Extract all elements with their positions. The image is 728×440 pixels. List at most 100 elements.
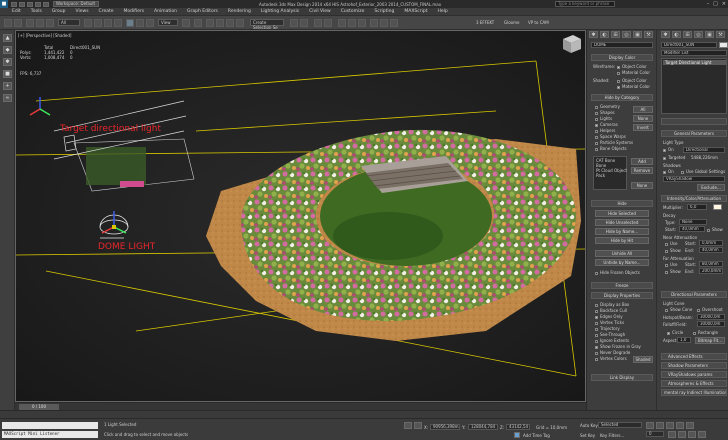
far-end-spinner[interactable]: 200,0mm	[699, 268, 723, 274]
backface-cull-checkbox[interactable]: Backface Cull	[595, 308, 627, 313]
menu-help[interactable]: Help	[437, 9, 447, 14]
create-geometry-icon[interactable]: ▲	[3, 34, 12, 42]
never-degrade-checkbox[interactable]: Never Degrade	[595, 350, 630, 355]
general-parameters-rollout[interactable]: General Parameters	[661, 130, 727, 137]
named-selection-set-dropdown[interactable]: Create Selection Se	[250, 19, 284, 30]
key-filters-button[interactable]: Key Filters...	[600, 433, 624, 438]
hide-cameras-checkbox[interactable]: Cameras	[595, 122, 618, 127]
percent-snap-button[interactable]	[226, 19, 234, 27]
menu-civil-view[interactable]: Civil View	[309, 9, 331, 14]
list-none-button[interactable]: None	[631, 182, 653, 189]
shadow-parameters-rollout[interactable]: Shadow Parameters	[661, 362, 727, 369]
window-crossing-button[interactable]	[114, 19, 122, 27]
list-item[interactable]: Pack	[596, 173, 605, 178]
display-as-box-checkbox[interactable]: Display as Box	[595, 302, 629, 307]
select-manipulate-button[interactable]	[194, 19, 202, 27]
menu-group[interactable]: Group	[52, 9, 66, 14]
select-by-name-button[interactable]	[94, 19, 102, 27]
shaded-object-color-radio[interactable]: Object Color	[617, 78, 647, 83]
create-shapes-icon[interactable]: ◆	[3, 46, 12, 54]
rectangle-radio[interactable]: Rectangle	[693, 330, 718, 335]
near-end-spinner[interactable]: 40,0mm	[699, 247, 723, 253]
minimize-icon[interactable]: –	[707, 1, 710, 7]
modifier-stack[interactable]: Target Directional Light	[661, 58, 727, 114]
bind-spacewarp-button[interactable]	[46, 19, 54, 27]
hide-unselected-button[interactable]: Hide Unselected	[595, 219, 649, 226]
hide-by-hit-button[interactable]: Hide by Hit	[595, 237, 649, 244]
workspace-dropdown[interactable]: Workspace: Default	[53, 1, 99, 7]
close-icon[interactable]: ×	[722, 1, 726, 7]
pivot-center-button[interactable]	[182, 19, 190, 27]
hide-bones-checkbox[interactable]: Bone Objects	[595, 146, 627, 151]
aspect-spinner[interactable]: 1,0	[677, 337, 691, 343]
hotspot-spinner[interactable]: 30000,0m	[697, 314, 725, 320]
vertex-ticks-checkbox[interactable]: Vertex Ticks	[595, 320, 624, 325]
layer-manager-button[interactable]	[314, 19, 322, 27]
play-icon[interactable]	[666, 422, 674, 429]
category-list[interactable]: CAT Bone Bone Pt Cloud Object Pack	[593, 156, 627, 190]
trajectory-checkbox[interactable]: Trajectory	[595, 326, 620, 331]
unlink-button[interactable]	[36, 19, 44, 27]
object-color-swatch[interactable]	[719, 42, 728, 48]
create-spacewarps-icon[interactable]: ≈	[3, 94, 12, 102]
app-logo-icon[interactable]: ■	[0, 0, 8, 8]
create-tab-icon[interactable]: ✱	[661, 31, 670, 38]
auto-key-button[interactable]: Auto Key	[580, 423, 598, 428]
selection-filter-dropdown[interactable]: All	[58, 19, 80, 26]
display-object-name-field[interactable]: DOME	[591, 42, 653, 48]
freeze-rollout[interactable]: Freeze	[591, 282, 653, 289]
rect-selection-button[interactable]	[104, 19, 112, 27]
menu-maxscript[interactable]: MAXScript	[404, 9, 427, 14]
menu-graph-editors[interactable]: Graph Editors	[187, 9, 218, 14]
decay-show-checkbox[interactable]: Show	[707, 227, 723, 232]
previous-frame-icon[interactable]	[656, 422, 664, 429]
angle-snap-button[interactable]	[216, 19, 224, 27]
decay-start-spinner[interactable]: 40,0mm	[679, 226, 705, 232]
time-tag-icon[interactable]	[514, 432, 520, 438]
hide-geometry-checkbox[interactable]: Geometry	[595, 104, 620, 109]
modify-tab-icon[interactable]: ◐	[600, 31, 609, 38]
orbit-icon[interactable]	[688, 431, 696, 438]
undo-icon[interactable]	[35, 1, 41, 7]
far-use-checkbox[interactable]: Use	[665, 262, 677, 267]
multiplier-spinner[interactable]: 6,0	[687, 204, 707, 210]
reference-coord-dropdown[interactable]: View	[158, 19, 178, 26]
utilities-tab-icon[interactable]: ⚒	[716, 31, 725, 38]
maxscript-mini-listener[interactable]: MAXScript Mini Listener	[2, 431, 98, 438]
pan-icon[interactable]	[678, 431, 686, 438]
link-display-rollout[interactable]: Link Display	[591, 374, 653, 381]
y-coordinate-field[interactable]: 128044,784	[468, 424, 498, 430]
show-cone-checkbox[interactable]: Show Cone	[665, 307, 692, 312]
intensity-rollout[interactable]: Intensity/Color/Attenuation	[661, 195, 727, 202]
x-coordinate-field[interactable]: 90956,398m	[430, 424, 460, 430]
set-key-button[interactable]: Set Key	[580, 433, 595, 438]
wireframe-object-color-radio[interactable]: Object Color	[617, 64, 647, 69]
vp-to-cam-button[interactable]: VP to CAM	[528, 20, 549, 25]
hide-selected-button[interactable]: Hide Selected	[595, 210, 649, 217]
menu-lighting-analysis[interactable]: Lighting Analysis	[261, 9, 299, 14]
hide-spacewarps-checkbox[interactable]: Space Warps	[595, 134, 626, 139]
hide-by-name-button[interactable]: Hide by Name...	[595, 228, 649, 235]
see-through-checkbox[interactable]: See-Through	[595, 332, 625, 337]
mental-ray-rollout[interactable]: mental ray Indirect Illumination	[661, 389, 727, 396]
create-tab-icon[interactable]: ✱	[589, 31, 598, 38]
time-slider[interactable]: 0 / 100	[15, 402, 586, 410]
select-and-rotate-button[interactable]	[136, 19, 144, 27]
help-search-input[interactable]: Type a keyword or phrase	[555, 1, 615, 7]
atmospheres-effects-rollout[interactable]: Atmospheres & Effects	[661, 380, 727, 387]
modify-tab-icon[interactable]: ◐	[672, 31, 681, 38]
vrayshadows-params-rollout[interactable]: VRayShadows params	[661, 371, 727, 378]
display-color-rollout[interactable]: Display Color	[591, 54, 653, 61]
create-cameras-icon[interactable]: ■	[3, 70, 12, 78]
light-on-checkbox[interactable]: On	[663, 147, 674, 152]
bitmap-fit-button[interactable]: Bitmap Fit...	[695, 337, 725, 344]
list-add-button[interactable]: Add	[631, 158, 653, 165]
vertex-colors-checkbox[interactable]: Vertex Colors	[595, 356, 627, 361]
zoom-icon[interactable]	[668, 431, 676, 438]
modifier-stack-item[interactable]: Target Directional Light	[663, 60, 726, 65]
hide-frozen-checkbox[interactable]: Hide Frozen Objects	[595, 270, 640, 275]
gloome-script-button[interactable]: Gloome	[504, 20, 519, 25]
modify-object-name-field[interactable]: Direct001_SUN	[661, 42, 717, 48]
maxscript-input[interactable]	[2, 422, 98, 429]
material-editor-button[interactable]	[358, 19, 366, 27]
